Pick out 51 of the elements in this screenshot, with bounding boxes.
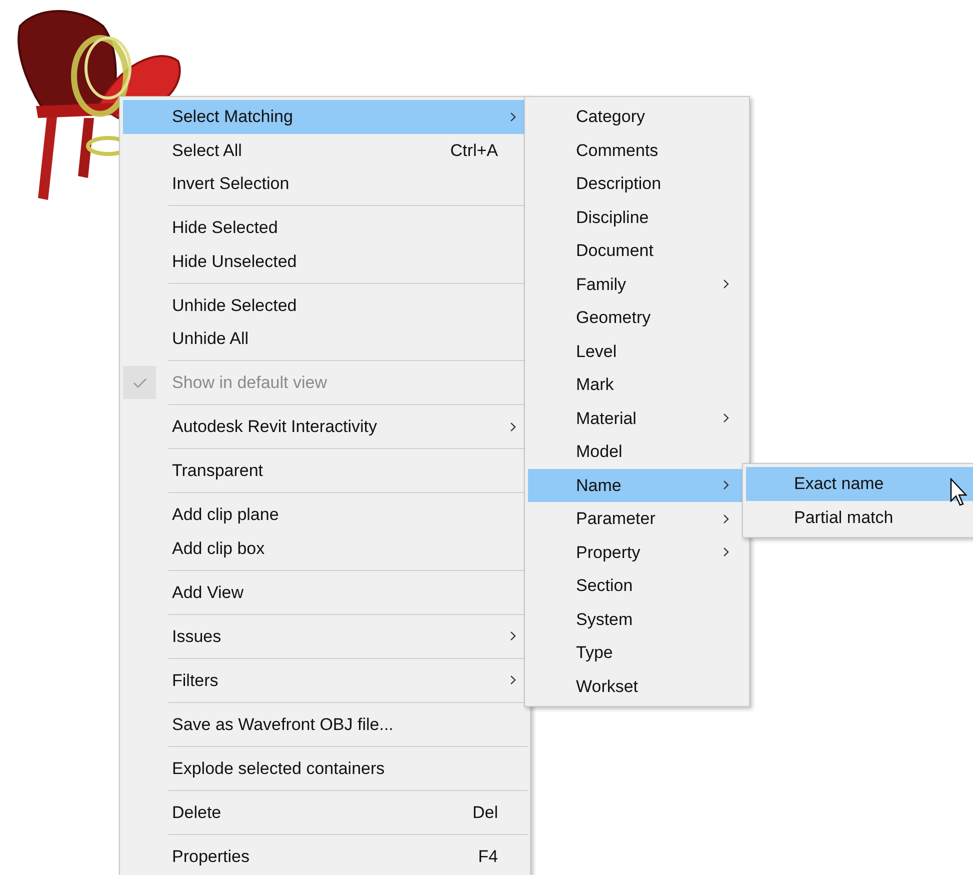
menu-item[interactable]: Model bbox=[528, 435, 746, 468]
menu-item[interactable]: Mark bbox=[528, 368, 746, 402]
menu-item[interactable]: Material bbox=[528, 402, 746, 435]
menu-item[interactable]: Unhide All bbox=[123, 322, 527, 356]
chevron-icon bbox=[509, 674, 517, 686]
check-icon bbox=[123, 366, 156, 400]
chevron-icon bbox=[722, 512, 730, 525]
menu-item[interactable]: Category bbox=[528, 100, 746, 134]
shortcut-label: Ctrl+A bbox=[450, 140, 498, 162]
chevron-icon bbox=[509, 630, 517, 642]
menu-item[interactable]: Geometry bbox=[528, 301, 746, 334]
shortcut-label: Del bbox=[472, 802, 498, 824]
menu-item[interactable]: Hide Unselected bbox=[123, 244, 527, 278]
menu-item[interactable]: Unhide Selected bbox=[123, 288, 527, 322]
chevron-icon bbox=[509, 420, 517, 433]
menu-item[interactable]: Property bbox=[528, 536, 746, 569]
menu-item[interactable]: Family bbox=[528, 268, 746, 301]
menu-item[interactable]: Invert Selection bbox=[123, 167, 527, 200]
cursor-icon bbox=[950, 478, 970, 508]
menu-item[interactable]: Filters bbox=[123, 664, 527, 697]
menu-item[interactable]: Hide Selected bbox=[123, 211, 527, 244]
menu-item[interactable]: Properties F4 bbox=[123, 840, 527, 873]
menu-item[interactable]: Delete Del bbox=[123, 796, 527, 829]
menu-item[interactable]: Exact name bbox=[746, 467, 973, 500]
menu-item[interactable]: Workset bbox=[528, 670, 746, 703]
shortcut-label: F4 bbox=[478, 846, 498, 868]
menu-item[interactable]: Select All Ctrl+A bbox=[123, 134, 527, 167]
menu-item[interactable]: Level bbox=[528, 334, 746, 368]
menu-item[interactable]: Transparent bbox=[123, 454, 527, 488]
menu-item[interactable]: Partial match bbox=[746, 500, 973, 534]
menu-item[interactable]: Document bbox=[528, 234, 746, 268]
menu-item[interactable]: Issues bbox=[123, 620, 527, 653]
chevron-icon bbox=[722, 278, 730, 290]
menu-item[interactable]: Type bbox=[528, 636, 746, 670]
chevron-icon bbox=[722, 546, 730, 558]
menu-item[interactable]: Section bbox=[528, 569, 746, 602]
menu-item[interactable]: Save as Wavefront OBJ file... bbox=[123, 708, 527, 741]
chevron-icon bbox=[722, 412, 730, 424]
menu-item[interactable]: Description bbox=[528, 167, 746, 200]
menu-item[interactable]: Add clip box bbox=[123, 532, 527, 565]
menu-item[interactable]: Comments bbox=[528, 134, 746, 167]
menu-item[interactable]: Autodesk Revit Interactivity bbox=[123, 410, 527, 444]
menu-item[interactable]: Discipline bbox=[528, 200, 746, 234]
menu-item[interactable]: System bbox=[528, 602, 746, 636]
menu-item[interactable]: Add View bbox=[123, 576, 527, 609]
menu-item[interactable]: Parameter bbox=[528, 502, 746, 536]
menu-item[interactable]: Explode selected containers bbox=[123, 752, 527, 785]
menu-item[interactable]: Select Matching bbox=[123, 100, 527, 134]
menu-item[interactable]: Add clip plane bbox=[123, 498, 527, 532]
chevron-icon bbox=[722, 479, 730, 492]
chevron-icon bbox=[509, 110, 517, 123]
